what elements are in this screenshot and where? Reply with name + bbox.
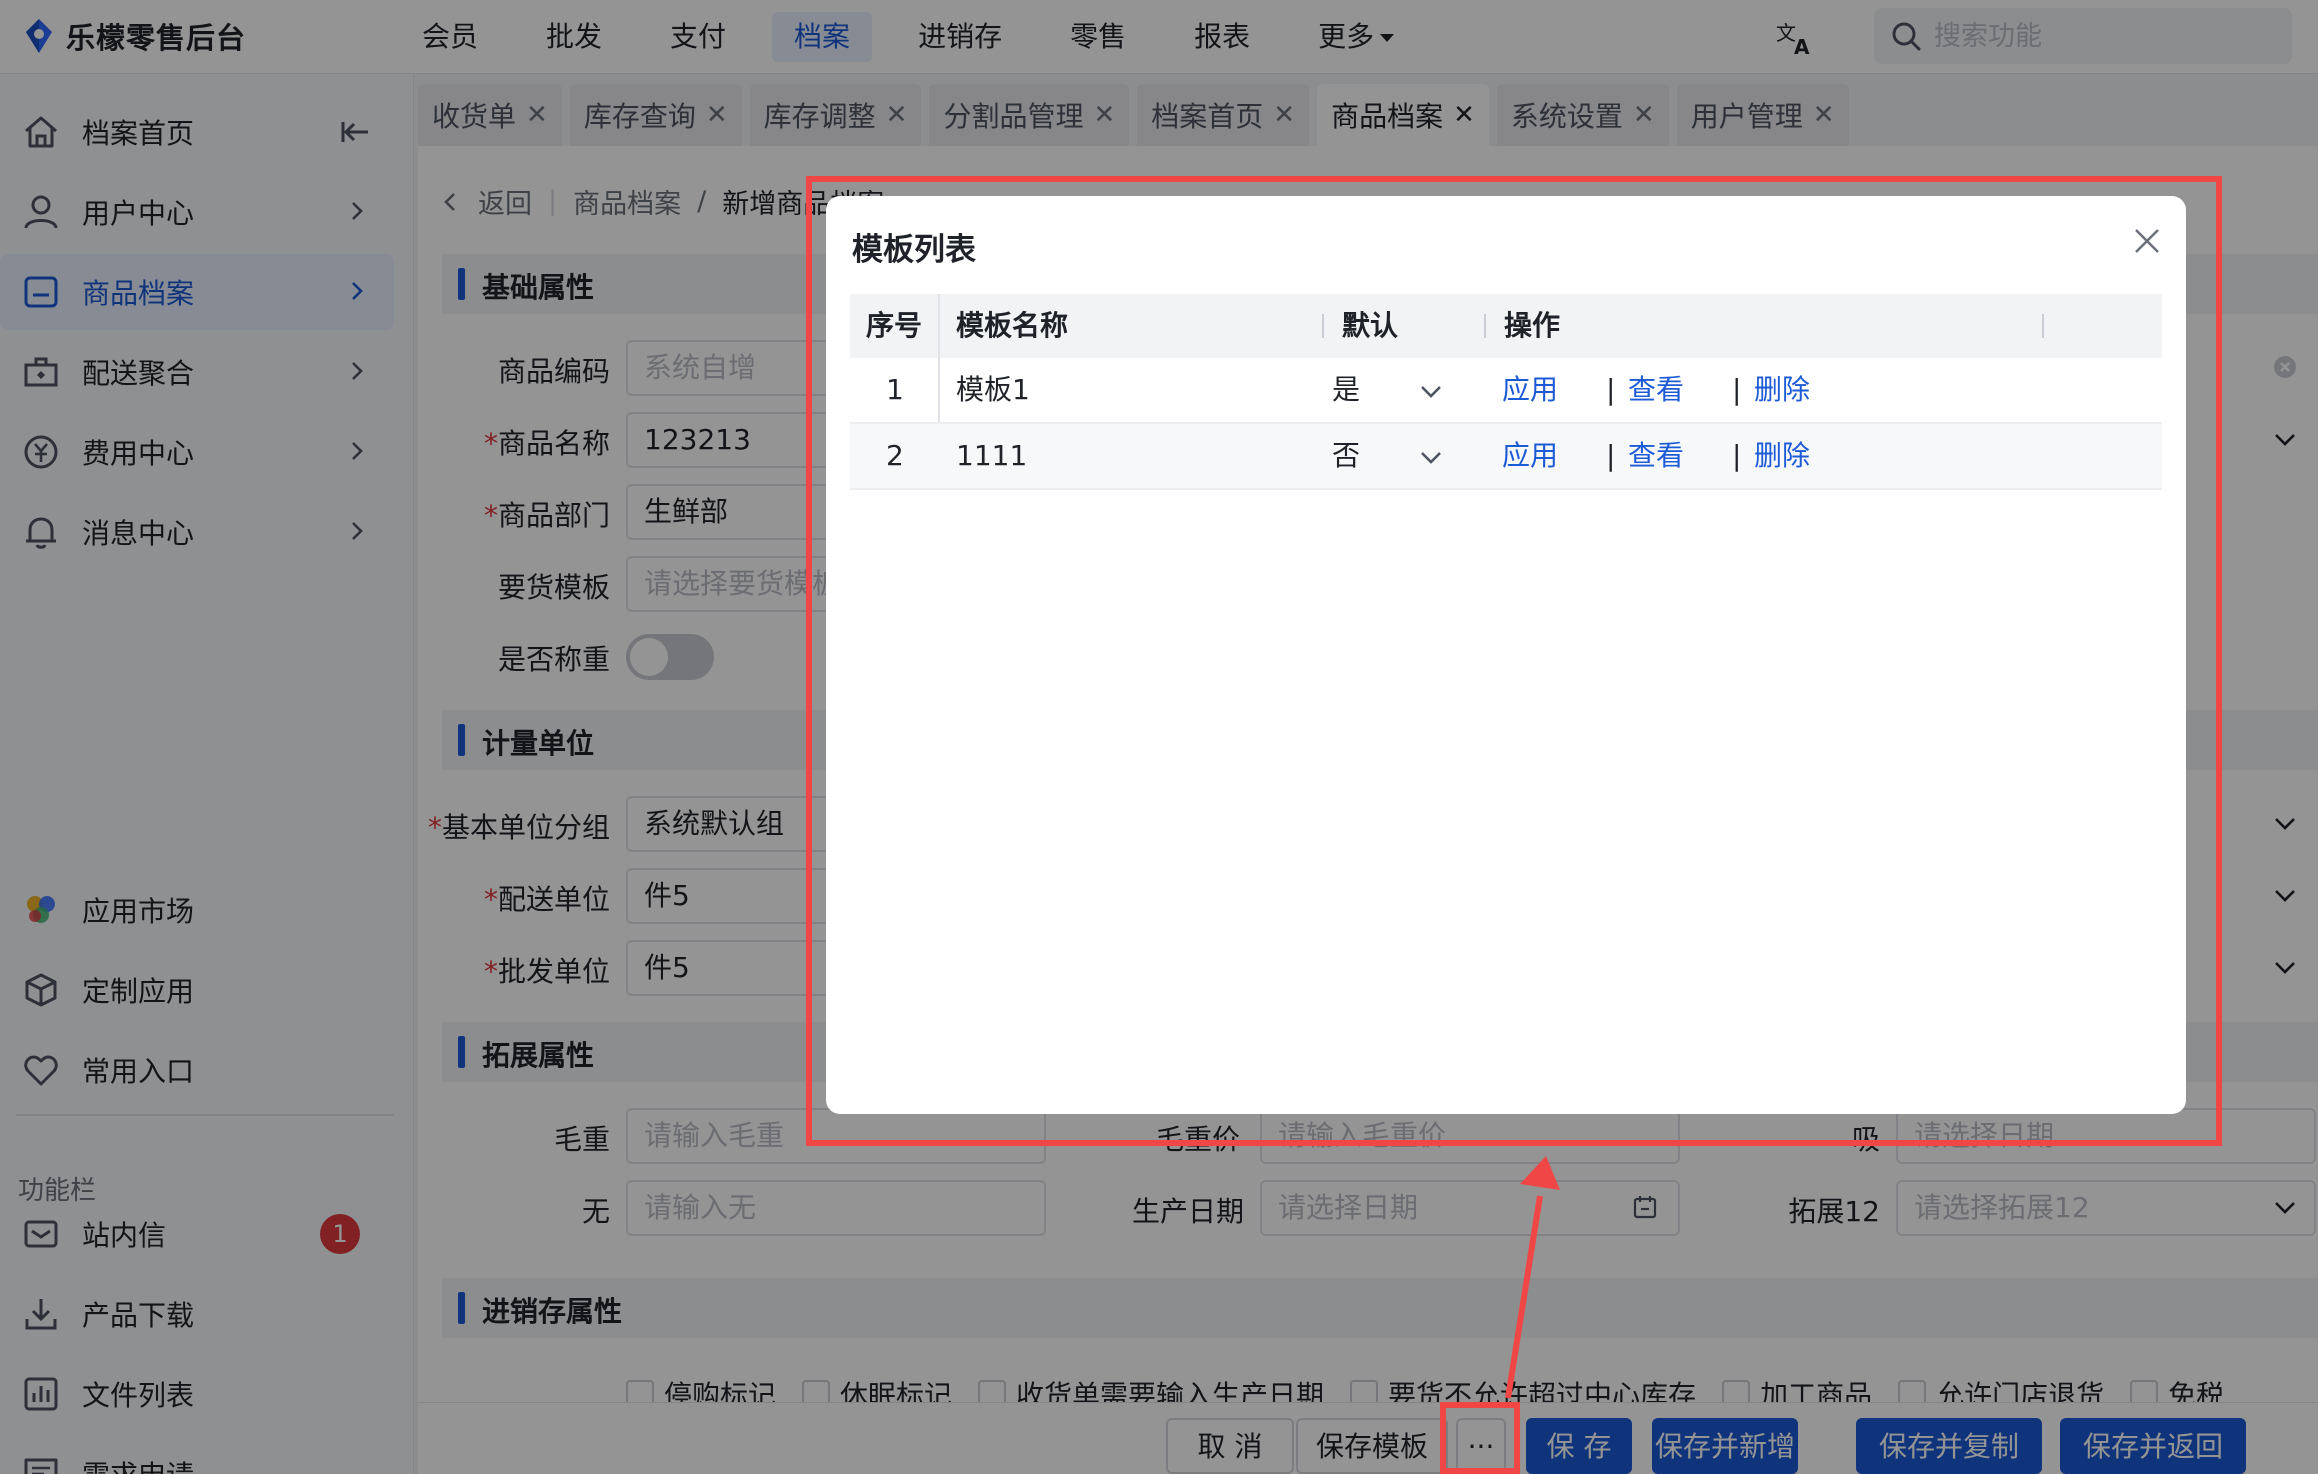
annotation-arrow	[1505, 1156, 1560, 1399]
